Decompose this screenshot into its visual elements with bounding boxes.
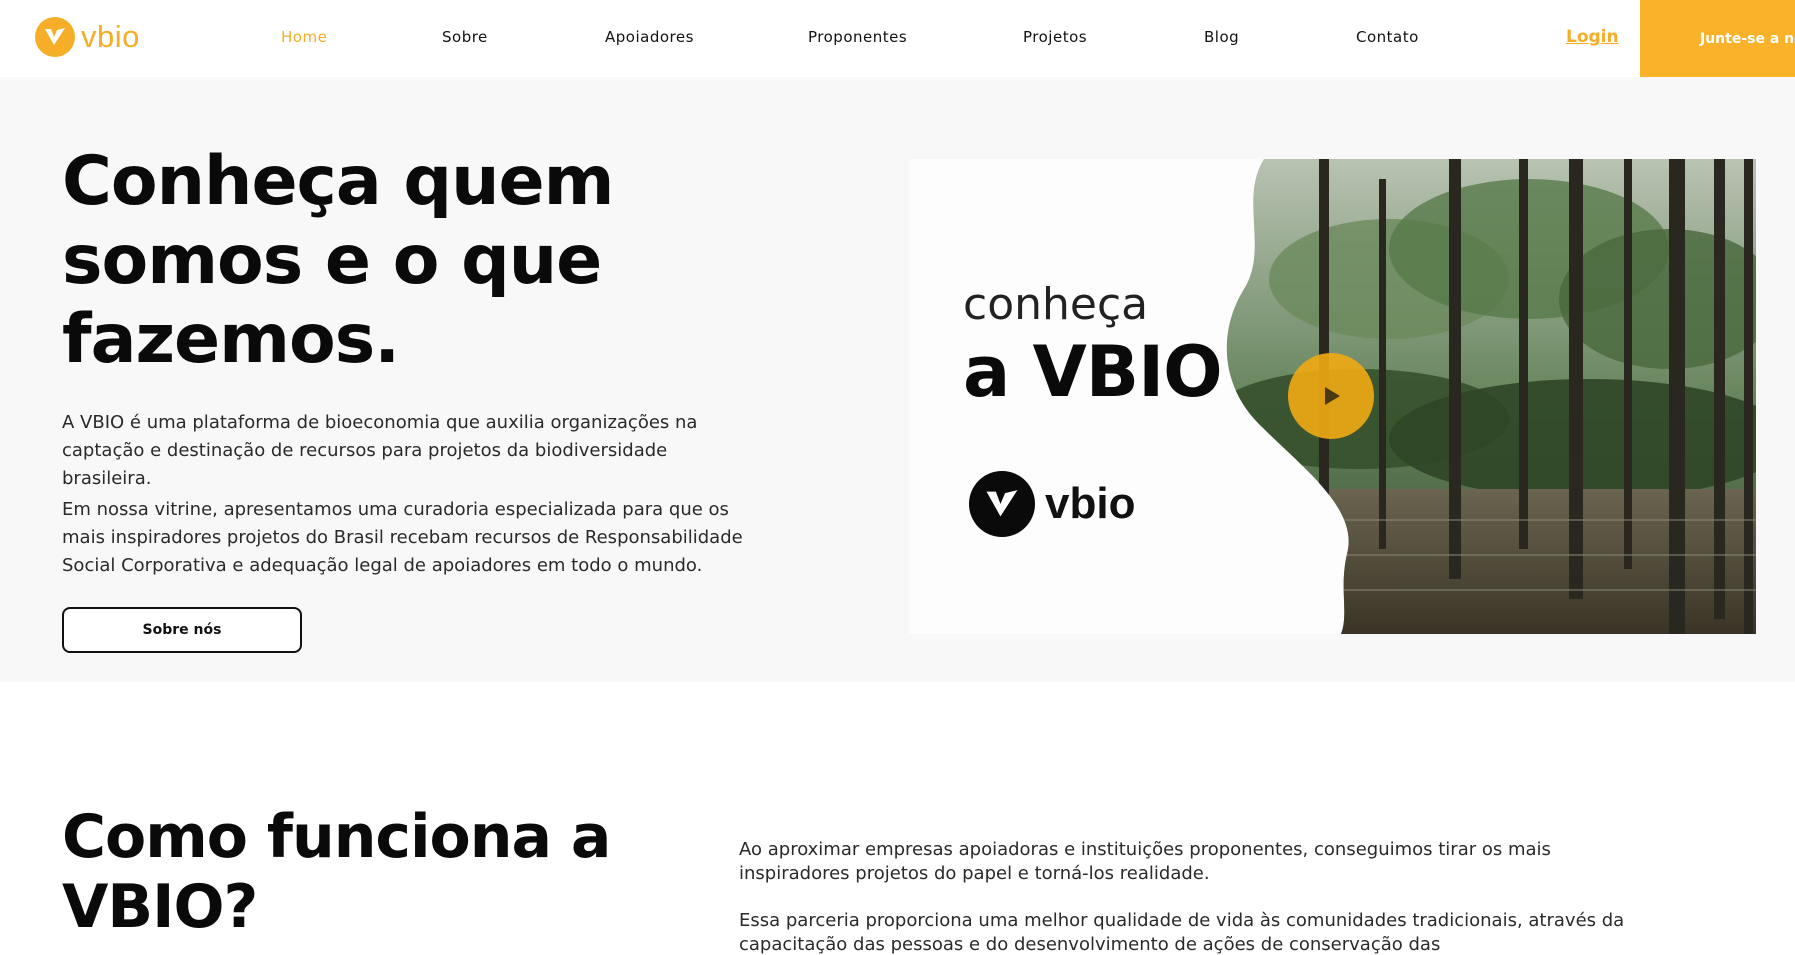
- hero-paragraph-1: A VBIO é uma plataforma de bioeconomia q…: [62, 412, 698, 489]
- login-link[interactable]: Login: [1566, 27, 1619, 47]
- nav-projetos[interactable]: Projetos: [1023, 28, 1087, 46]
- nav-blog[interactable]: Blog: [1204, 28, 1239, 46]
- video-caption-line2: a VBIO: [963, 331, 1223, 413]
- video-thumbnail[interactable]: conheça a VBIO vbio: [909, 159, 1756, 634]
- hero-paragraph-2: Em nossa vitrine, apresentamos uma curad…: [62, 499, 743, 576]
- about-button[interactable]: Sobre nós: [62, 607, 302, 653]
- logo-text: vbio: [81, 19, 140, 54]
- how-title: Como funciona a VBIO?: [62, 802, 611, 942]
- hero-title: Conheça quem somos e o que fazemos.: [62, 142, 615, 379]
- site-header: vbio Home Sobre Apoiadores Proponentes P…: [0, 0, 1795, 77]
- how-paragraph-2: Essa parceria proporciona uma melhor qua…: [739, 910, 1625, 955]
- play-icon[interactable]: [1288, 353, 1374, 439]
- vbio-logo-icon: [35, 17, 75, 57]
- nav-home[interactable]: Home: [281, 28, 327, 46]
- video-logo-text: vbio: [1045, 479, 1136, 528]
- video-vbio-logo: vbio: [969, 471, 1135, 537]
- hero-section: Conheça quem somos e o que fazemos. A VB…: [0, 77, 1795, 682]
- join-button[interactable]: Junte-se a nós: [1640, 0, 1795, 77]
- vbio-logo[interactable]: vbio: [35, 17, 140, 57]
- nav-sobre[interactable]: Sobre: [442, 28, 488, 46]
- nav-contato[interactable]: Contato: [1356, 28, 1419, 46]
- vbio-logo-icon: [969, 471, 1035, 537]
- video-caption-line1: conheça: [963, 279, 1149, 330]
- nav-apoiadores[interactable]: Apoiadores: [605, 28, 694, 46]
- how-paragraph-1: Ao aproximar empresas apoiadoras e insti…: [739, 839, 1551, 884]
- nav-proponentes[interactable]: Proponentes: [808, 28, 907, 46]
